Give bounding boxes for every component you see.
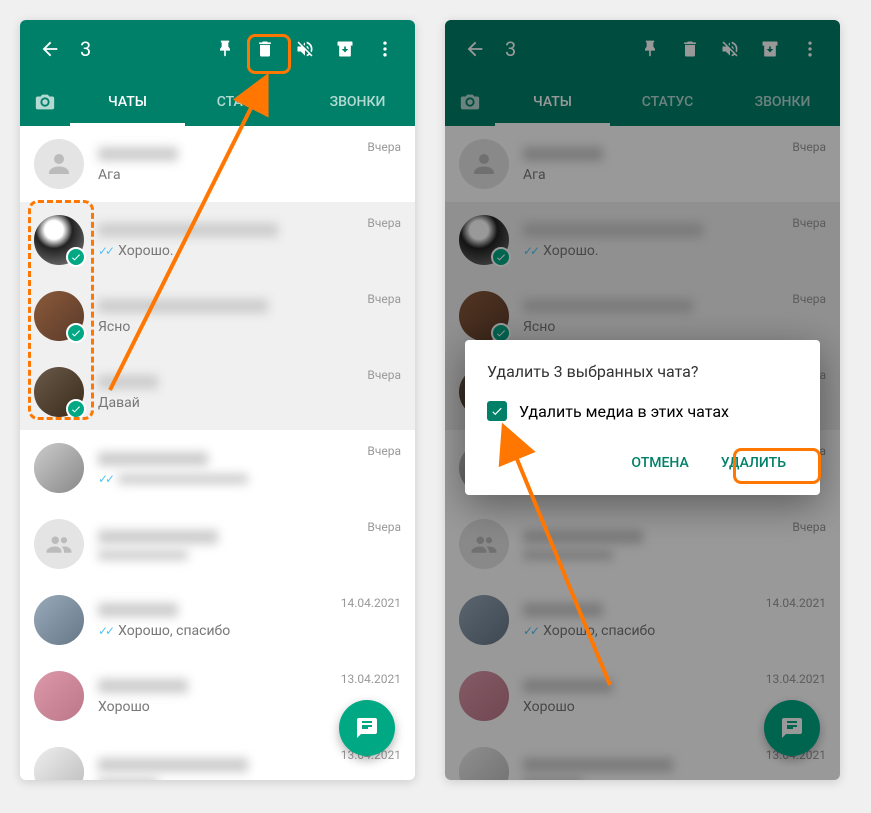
avatar — [34, 443, 84, 493]
avatar — [34, 519, 84, 569]
chat-time: Вчера — [367, 444, 401, 458]
archive-icon[interactable] — [325, 29, 365, 69]
more-icon[interactable] — [365, 29, 405, 69]
delete-dialog: Удалить 3 выбранных чата? Удалить медиа … — [465, 340, 820, 495]
selected-check-icon — [66, 399, 86, 419]
phone-right: 3 ЧАТЫ СТАТУС ЗВОНКИ Ага Вчера — [445, 20, 840, 780]
chat-message: Ага — [98, 167, 367, 183]
chat-time: Вчера — [367, 292, 401, 306]
chat-item[interactable]: ✓✓ Вчера — [20, 430, 415, 506]
phone-left: 3 ЧАТЫ СТАТУС ЗВОНКИ — [20, 20, 415, 780]
chat-time: 14.04.2021 — [341, 596, 401, 610]
chat-item[interactable]: Давай Вчера — [20, 354, 415, 430]
chat-time: Вчера — [367, 520, 401, 534]
read-ticks-icon: ✓✓ — [98, 472, 112, 486]
avatar — [34, 215, 84, 265]
tabs: ЧАТЫ СТАТУС ЗВОНКИ — [20, 78, 415, 126]
chat-message: Хорошо, спасибо — [118, 623, 230, 639]
chat-message: Хорошо. — [118, 243, 173, 259]
chat-time: 13.04.2021 — [341, 672, 401, 686]
new-chat-fab[interactable] — [339, 700, 395, 756]
read-ticks-icon: ✓✓ — [98, 244, 112, 258]
selected-check-icon — [66, 323, 86, 343]
selection-count: 3 — [80, 37, 205, 61]
avatar — [34, 139, 84, 189]
delete-media-option[interactable]: Удалить медиа в этих чатах — [487, 401, 798, 421]
chat-list[interactable]: Ага Вчера ✓✓ Хорошо. Вчера Ясно Вчера — [20, 126, 415, 780]
camera-tab-icon[interactable] — [20, 91, 70, 113]
chat-time: Вчера — [367, 140, 401, 154]
chat-item[interactable]: ✓✓ Хорошо. Вчера — [20, 202, 415, 278]
avatar — [34, 367, 84, 417]
chat-message: Давай — [98, 395, 367, 411]
chat-item[interactable]: ✓✓ Хорошо, спасибо 14.04.2021 — [20, 582, 415, 658]
mute-icon[interactable] — [285, 29, 325, 69]
tab-status[interactable]: СТАТУС — [185, 78, 300, 126]
chat-time: Вчера — [367, 368, 401, 382]
chat-message: Ясно — [98, 319, 367, 335]
checkbox-checked-icon[interactable] — [487, 401, 507, 421]
avatar — [34, 747, 84, 780]
avatar — [34, 291, 84, 341]
avatar — [34, 671, 84, 721]
back-icon[interactable] — [30, 29, 70, 69]
delete-button[interactable]: УДАЛИТЬ — [709, 445, 798, 481]
read-ticks-icon: ✓✓ — [98, 624, 112, 638]
checkbox-label: Удалить медиа в этих чатах — [519, 402, 729, 421]
tab-chats[interactable]: ЧАТЫ — [70, 78, 185, 126]
chat-message: Хорошо — [98, 699, 341, 715]
pin-icon[interactable] — [205, 29, 245, 69]
chat-time: Вчера — [367, 216, 401, 230]
selected-check-icon — [66, 247, 86, 267]
avatar — [34, 595, 84, 645]
tab-calls[interactable]: ЗВОНКИ — [300, 78, 415, 126]
dialog-title: Удалить 3 выбранных чата? — [487, 362, 798, 381]
delete-icon[interactable] — [245, 29, 285, 69]
chat-item[interactable]: Ага Вчера — [20, 126, 415, 202]
cancel-button[interactable]: ОТМЕНА — [619, 445, 700, 481]
chat-item[interactable]: Ясно Вчера — [20, 278, 415, 354]
selection-topbar: 3 — [20, 20, 415, 78]
chat-item[interactable]: Вчера — [20, 506, 415, 582]
